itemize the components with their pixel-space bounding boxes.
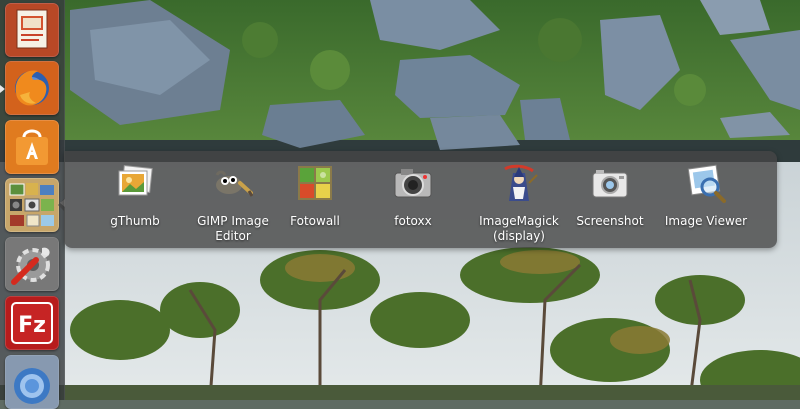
gimp-icon <box>213 163 253 203</box>
fotowall-icon <box>295 163 335 203</box>
unity-launcher: Fz <box>0 0 65 409</box>
app-tile-imagemagick[interactable]: ImageMagick (display) <box>471 159 567 245</box>
app-label-fotoxx: fotoxx <box>394 214 432 228</box>
app-label-fotowall: Fotowall <box>290 214 340 228</box>
image-apps-lens: gThumb GIMP Image Editor Fotowall fotoxx… <box>64 151 777 248</box>
launcher-item-chromium[interactable] <box>5 355 59 409</box>
filezilla-icon: Fz <box>6 297 58 349</box>
screenshot-camera-icon <box>590 163 630 203</box>
launcher-item-image-apps[interactable] <box>5 178 59 232</box>
app-tile-fotoxx[interactable]: fotoxx <box>365 159 461 245</box>
app-label-screenshot: Screenshot <box>576 214 644 228</box>
app-tile-gthumb[interactable]: gThumb <box>87 159 183 245</box>
app-label-imagemagick: ImageMagick (display) <box>479 214 559 243</box>
app-label-image-viewer: Image Viewer <box>664 214 748 228</box>
app-tile-fotowall[interactable]: Fotowall <box>267 159 363 245</box>
image-viewer-icon <box>686 163 726 203</box>
filezilla-glyph: Fz <box>18 313 46 338</box>
gthumb-icon <box>115 163 155 203</box>
impress-presentation-icon <box>6 4 58 56</box>
launcher-item-firefox[interactable] <box>5 61 59 115</box>
launcher-item-system-settings[interactable] <box>5 237 59 291</box>
chromium-icon <box>6 356 58 408</box>
launcher-item-filezilla[interactable]: Fz <box>5 296 59 350</box>
app-tile-screenshot[interactable]: Screenshot <box>562 159 658 245</box>
launcher-item-impress[interactable] <box>5 3 59 57</box>
image-apps-group-icon <box>6 179 58 231</box>
software-center-icon <box>6 121 58 173</box>
imagemagick-wizard-icon <box>499 163 539 203</box>
launcher-item-software-center[interactable] <box>5 120 59 174</box>
system-settings-icon <box>6 238 58 290</box>
firefox-icon <box>6 62 58 114</box>
app-label-gthumb: gThumb <box>110 214 160 228</box>
app-tile-image-viewer[interactable]: Image Viewer <box>658 159 754 245</box>
fotoxx-camera-icon <box>393 163 433 203</box>
